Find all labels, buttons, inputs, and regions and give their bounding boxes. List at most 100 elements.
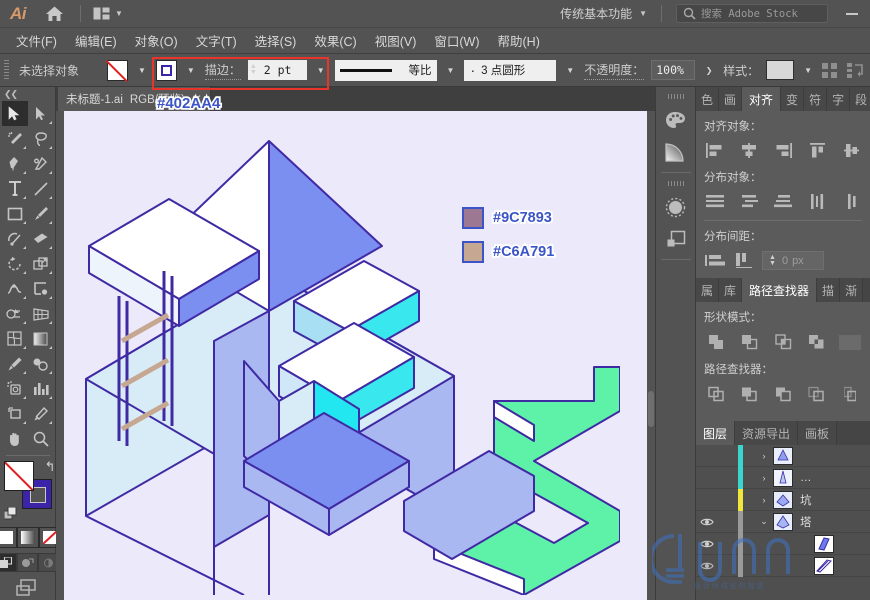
divide-icon[interactable] (704, 384, 728, 404)
stroke-weight-chevron-icon[interactable]: ▼ (314, 61, 328, 80)
perspective-grid-tool[interactable] (28, 301, 54, 326)
trim-icon[interactable] (738, 384, 762, 404)
scale-tool[interactable] (28, 251, 54, 276)
table-row[interactable]: › … (696, 466, 870, 489)
hand-tool[interactable] (2, 426, 28, 451)
menu-select[interactable]: 选择(S) (247, 28, 305, 53)
rectangle-tool[interactable] (2, 201, 28, 226)
tab-gradient[interactable]: 渐 (840, 278, 864, 302)
table-row[interactable]: › 坑 (696, 488, 870, 511)
spacing-stepper[interactable]: ▲ ▼ (767, 254, 778, 267)
default-fill-stroke-icon[interactable] (3, 507, 18, 520)
layer-name[interactable]: 塔 (800, 514, 812, 530)
visibility-toggle[interactable] (696, 539, 718, 549)
layer-name[interactable]: … (800, 472, 812, 484)
stroke-weight-value[interactable]: 2 pt (258, 60, 307, 80)
tab-artboard[interactable]: 画 (719, 87, 743, 111)
outline-icon[interactable] (838, 384, 862, 404)
intersect-icon[interactable] (771, 332, 795, 352)
align-horizontal-center-icon[interactable] (738, 141, 760, 159)
align-vertical-center-icon[interactable] (840, 141, 862, 159)
symbols-icon[interactable] (659, 224, 693, 254)
tab-stroke[interactable]: 描 (817, 278, 841, 302)
menu-help[interactable]: 帮助(H) (490, 28, 548, 53)
stroke-dropdown-chevron-icon[interactable]: ▼ (184, 61, 198, 80)
tab-character[interactable]: 字 (827, 87, 851, 111)
align-top-icon[interactable] (806, 141, 828, 159)
fill-color-swatch[interactable] (3, 461, 34, 491)
align-panel-icon[interactable] (822, 62, 838, 78)
paintbrush-tool[interactable] (28, 201, 54, 226)
color-mode-icon[interactable] (0, 527, 17, 548)
layer-name[interactable]: 坑 (800, 492, 812, 508)
opacity-flyout-icon[interactable]: ❯ (702, 61, 716, 80)
distribute-left-icon[interactable] (806, 192, 828, 210)
spacing-input[interactable]: ▲ ▼ 0 px (762, 251, 824, 270)
tab-paragraph[interactable]: 段 (850, 87, 870, 111)
visibility-toggle[interactable] (696, 517, 718, 527)
table-row[interactable]: ⌄ 塔 (696, 510, 870, 533)
exclude-icon[interactable] (805, 332, 829, 352)
expand-arrow-icon[interactable]: › (755, 495, 773, 505)
expand-arrow-icon[interactable]: ⌄ (755, 516, 773, 527)
horizontal-distribute-space-icon[interactable] (733, 252, 755, 270)
zoom-tool[interactable] (28, 426, 54, 451)
brush-definition-selector[interactable]: · 3 点圆形 (464, 59, 557, 81)
tab-align[interactable]: 对齐 (742, 87, 782, 111)
distribute-vertical-center-icon[interactable] (738, 192, 760, 210)
control-bar-grip[interactable] (4, 60, 9, 80)
rotate-tool[interactable] (2, 251, 28, 276)
tab-layers[interactable]: 图层 (696, 421, 736, 445)
stroke-weight-stepper[interactable]: ▲ ▼ (248, 63, 259, 76)
style-chevron-icon[interactable]: ▼ (801, 61, 815, 80)
collapse-toolbar-icon[interactable]: ❮❮ (0, 89, 55, 101)
tab-libraries[interactable]: 库 (719, 278, 743, 302)
shape-builder-tool[interactable] (2, 301, 28, 326)
fill-swatch[interactable] (106, 59, 128, 81)
distribute-top-icon[interactable] (704, 192, 726, 210)
opacity-label[interactable]: 不透明度： (584, 61, 645, 80)
menu-type[interactable]: 文字(T) (188, 28, 245, 53)
tab-artboards[interactable]: 画板 (798, 421, 838, 445)
graphic-style-swatch[interactable] (766, 60, 795, 80)
vertical-scrollbar[interactable] (647, 111, 655, 600)
fill-dropdown-chevron-icon[interactable]: ▼ (135, 61, 149, 80)
transform-panel-icon[interactable] (847, 62, 864, 78)
type-tool[interactable] (2, 176, 28, 201)
lasso-tool[interactable] (28, 126, 54, 151)
profile-chevron-icon[interactable]: ▼ (444, 61, 458, 80)
opacity-value[interactable]: 100% (651, 60, 696, 80)
tab-color[interactable]: 色 (696, 87, 720, 111)
color-palette-icon[interactable] (659, 105, 693, 135)
table-row[interactable] (696, 532, 870, 555)
vertical-distribute-space-icon[interactable] (704, 252, 726, 270)
blend-tool[interactable] (28, 351, 54, 376)
expand-arrow-icon[interactable]: › (755, 473, 773, 483)
direct-selection-tool[interactable] (28, 101, 54, 126)
workspace-switcher[interactable]: 传统基本功能 ▼ (560, 5, 647, 22)
stroke-swatch[interactable] (155, 59, 177, 81)
mesh-tool[interactable] (2, 326, 28, 351)
menu-edit[interactable]: 编辑(E) (67, 28, 125, 53)
gradient-icon[interactable] (659, 137, 693, 167)
gradient-tool[interactable] (28, 326, 54, 351)
column-graph-tool[interactable] (28, 376, 54, 401)
merge-icon[interactable] (771, 384, 795, 404)
crop-icon[interactable] (805, 384, 829, 404)
menu-file[interactable]: 文件(F) (8, 28, 65, 53)
selection-tool[interactable] (1, 101, 28, 126)
eyedropper-tool[interactable] (2, 351, 28, 376)
minus-front-icon[interactable] (738, 332, 762, 352)
tab-pathfinder[interactable]: 路径查找器 (742, 278, 818, 302)
draw-behind-icon[interactable] (17, 553, 38, 572)
menu-view[interactable]: 视图(V) (367, 28, 425, 53)
minimize-button[interactable] (840, 2, 864, 26)
unite-icon[interactable] (704, 332, 728, 352)
width-tool[interactable] (2, 276, 28, 301)
slice-tool[interactable] (28, 401, 54, 426)
eraser-tool[interactable] (28, 226, 54, 251)
align-right-icon[interactable] (772, 141, 794, 159)
artboard-tool[interactable] (2, 401, 28, 426)
symbol-sprayer-tool[interactable] (2, 376, 28, 401)
swap-fill-stroke-icon[interactable]: ↰ (45, 459, 56, 475)
